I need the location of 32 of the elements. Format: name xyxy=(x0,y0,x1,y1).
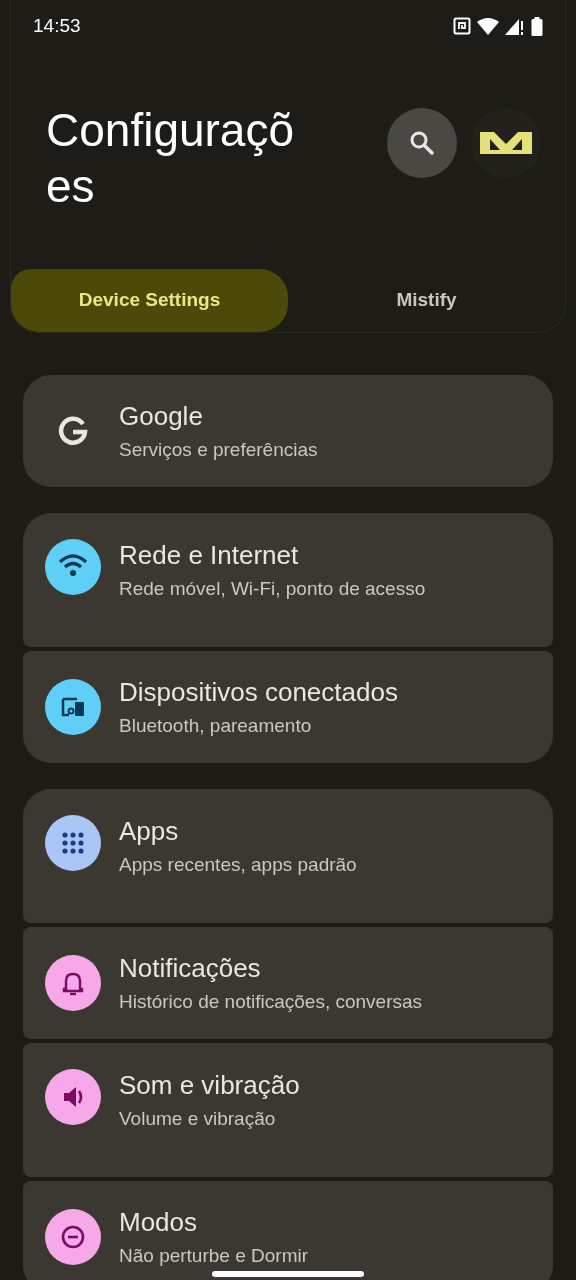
item-subtitle: Não perturbe e Dormir xyxy=(119,1244,309,1268)
item-title: Modos xyxy=(119,1206,199,1238)
status-time: 14:53 xyxy=(33,13,81,38)
item-title: Google xyxy=(119,400,204,432)
item-title: Som e vibração xyxy=(119,1069,300,1101)
item-subtitle: Histórico de notificações, conversas xyxy=(119,990,423,1014)
logo-icon xyxy=(478,131,534,155)
item-subtitle: Apps recentes, apps padrão xyxy=(119,853,357,877)
wifi-icon xyxy=(477,17,499,35)
settings-item[interactable]: Som e vibração Volume e vibração xyxy=(23,1043,553,1177)
battery-icon xyxy=(531,16,543,36)
item-title: Apps xyxy=(119,815,180,847)
settings-item[interactable]: Dispositivos conectados Bluetooth, pareamento xyxy=(23,651,553,763)
settings-item[interactable]: Rede e Internet Rede móvel, Wi-Fi, ponto de acesso xyxy=(23,513,553,647)
settings-item[interactable]: Google Serviços e preferências xyxy=(23,375,553,487)
nfc-icon xyxy=(453,17,471,35)
settings-item[interactable]: Modos Não perturbe e Dormir xyxy=(23,1181,553,1280)
page-title: Configurações xyxy=(46,103,296,214)
item-title: Rede e Internet xyxy=(119,539,300,571)
item-subtitle: Serviços e preferências xyxy=(119,438,318,462)
tab[interactable]: Mistify xyxy=(288,269,565,332)
settings-item[interactable]: Apps Apps recentes, apps padrão xyxy=(23,789,553,923)
google-icon xyxy=(58,416,88,446)
item-title: Notificações xyxy=(119,952,262,984)
tab[interactable]: Device Settings xyxy=(11,269,288,332)
signal-icon xyxy=(505,17,525,35)
search-icon xyxy=(409,130,435,156)
item-subtitle: Bluetooth, pareamento xyxy=(119,714,313,738)
item-subtitle: Rede móvel, Wi-Fi, ponto de acesso xyxy=(119,577,426,601)
item-subtitle: Volume e vibração xyxy=(119,1107,277,1131)
settings-item[interactable]: Notificações Histórico de notificações, conversas xyxy=(23,927,553,1039)
item-title: Dispositivos conectados xyxy=(119,676,398,708)
